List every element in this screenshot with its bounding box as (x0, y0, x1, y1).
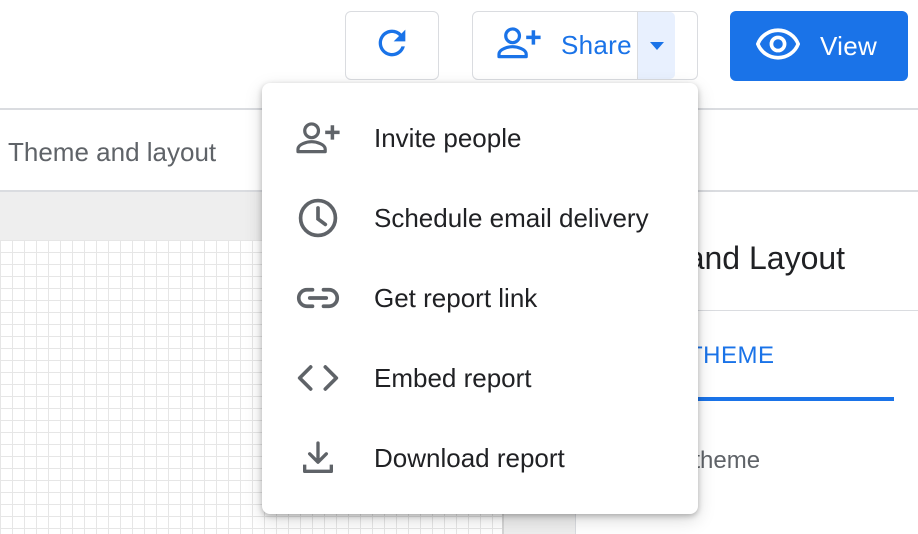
refresh-icon (372, 23, 412, 68)
download-icon (294, 434, 342, 482)
menu-item-label: Schedule email delivery (374, 202, 649, 233)
menu-item-label: Invite people (374, 122, 522, 153)
share-button-group: Share (472, 11, 698, 80)
menu-item-label: Embed report (374, 362, 532, 393)
link-icon (294, 274, 342, 322)
eye-icon (755, 27, 801, 65)
caret-down-icon (649, 37, 664, 55)
share-menu: Invite people Schedule email delivery Ge… (262, 83, 698, 514)
menu-item-invite-people[interactable]: Invite people (262, 98, 698, 178)
person-add-icon (495, 23, 543, 68)
share-button-label: Share (561, 30, 632, 60)
view-button-label: View (820, 30, 878, 61)
menu-item-get-report-link[interactable]: Get report link (262, 258, 698, 338)
tab-theme[interactable]: THEME (688, 342, 775, 370)
share-dropdown-button[interactable] (637, 12, 675, 79)
view-button[interactable]: View (730, 11, 908, 81)
clock-icon (294, 194, 342, 242)
theme-and-layout-button[interactable]: Theme and layout (8, 137, 216, 168)
menu-item-label: Get report link (374, 282, 538, 313)
refresh-button[interactable] (345, 11, 439, 80)
code-icon (294, 354, 342, 402)
menu-item-schedule-email[interactable]: Schedule email delivery (262, 178, 698, 258)
share-button[interactable]: Share (473, 12, 637, 79)
menu-item-label: Download report (374, 442, 565, 473)
tab-theme-indicator (680, 397, 894, 401)
menu-item-embed-report[interactable]: Embed report (262, 338, 698, 418)
person-add-icon (294, 114, 342, 162)
menu-item-download-report[interactable]: Download report (262, 418, 698, 498)
